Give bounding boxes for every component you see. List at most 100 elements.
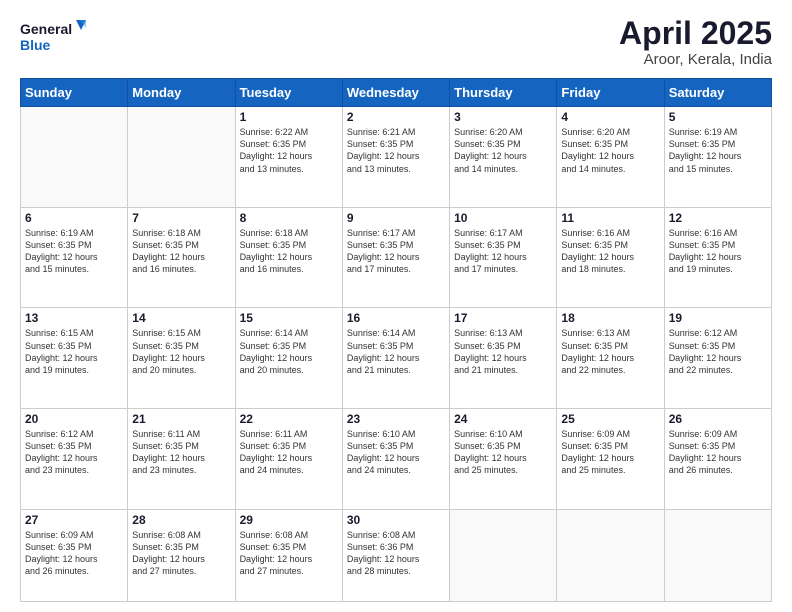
col-saturday: Saturday: [664, 79, 771, 107]
day-number: 30: [347, 513, 445, 527]
day-info: Sunrise: 6:16 AM Sunset: 6:35 PM Dayligh…: [561, 227, 659, 276]
calendar-header-row: Sunday Monday Tuesday Wednesday Thursday…: [21, 79, 772, 107]
day-info: Sunrise: 6:10 AM Sunset: 6:35 PM Dayligh…: [454, 428, 552, 477]
calendar-week-2: 6 Sunrise: 6:19 AM Sunset: 6:35 PM Daylig…: [21, 207, 772, 308]
calendar-cell: 14Sunrise: 6:15 AM Sunset: 6:35 PM Dayli…: [128, 308, 235, 409]
calendar-cell: 25 Sunrise: 6:09 AM Sunset: 6:35 PM Dayli…: [557, 409, 664, 510]
calendar-cell: 9 Sunrise: 6:17 AM Sunset: 6:35 PM Daylig…: [342, 207, 449, 308]
calendar-cell: 15 Sunrise: 6:14 AM Sunset: 6:35 PM Dayli…: [235, 308, 342, 409]
day-info: Sunrise: 6:08 AM Sunset: 6:36 PM Dayligh…: [347, 529, 445, 578]
calendar-cell: 2 Sunrise: 6:21 AM Sunset: 6:35 PM Daylig…: [342, 107, 449, 208]
day-number: 28: [132, 513, 230, 527]
calendar-cell: 29Sunrise: 6:08 AM Sunset: 6:35 PM Dayli…: [235, 509, 342, 601]
day-info: Sunrise: 6:08 AM Sunset: 6:35 PM Dayligh…: [132, 529, 230, 578]
day-number: 22: [240, 412, 338, 426]
day-number: 17: [454, 311, 552, 325]
day-number: 23: [347, 412, 445, 426]
day-number: 12: [669, 211, 767, 225]
calendar-cell: 1Sunrise: 6:22 AM Sunset: 6:35 PM Daylig…: [235, 107, 342, 208]
day-number: 18: [561, 311, 659, 325]
calendar-cell: 16 Sunrise: 6:14 AM Sunset: 6:35 PM Dayli…: [342, 308, 449, 409]
day-info: Sunrise: 6:11 AM Sunset: 6:35 PM Dayligh…: [132, 428, 230, 477]
logo-icon: General Blue: [20, 16, 90, 58]
day-number: 21: [132, 412, 230, 426]
day-number: 19: [669, 311, 767, 325]
day-info: Sunrise: 6:14 AM Sunset: 6:35 PM Dayligh…: [240, 327, 338, 376]
day-info: Sunrise: 6:20 AM Sunset: 6:35 PM Dayligh…: [561, 126, 659, 175]
calendar-cell: 17Sunrise: 6:13 AM Sunset: 6:35 PM Dayli…: [450, 308, 557, 409]
svg-text:Blue: Blue: [20, 37, 51, 53]
day-info: Sunrise: 6:15 AM Sunset: 6:35 PM Dayligh…: [132, 327, 230, 376]
calendar-cell: [450, 509, 557, 601]
calendar-cell: 22 Sunrise: 6:11 AM Sunset: 6:35 PM Dayli…: [235, 409, 342, 510]
day-number: 13: [25, 311, 123, 325]
day-info: Sunrise: 6:17 AM Sunset: 6:35 PM Dayligh…: [347, 227, 445, 276]
calendar-cell: 12Sunrise: 6:16 AM Sunset: 6:35 PM Dayli…: [664, 207, 771, 308]
day-number: 26: [669, 412, 767, 426]
page-subtitle: Aroor, Kerala, India: [619, 51, 772, 68]
title-block: April 2025 Aroor, Kerala, India: [619, 16, 772, 68]
day-number: 10: [454, 211, 552, 225]
day-number: 11: [561, 211, 659, 225]
calendar-cell: 24 Sunrise: 6:10 AM Sunset: 6:35 PM Dayli…: [450, 409, 557, 510]
day-info: Sunrise: 6:14 AM Sunset: 6:35 PM Dayligh…: [347, 327, 445, 376]
day-number: 27: [25, 513, 123, 527]
calendar-cell: 6 Sunrise: 6:19 AM Sunset: 6:35 PM Daylig…: [21, 207, 128, 308]
day-info: Sunrise: 6:09 AM Sunset: 6:35 PM Dayligh…: [25, 529, 123, 578]
day-number: 9: [347, 211, 445, 225]
day-number: 29: [240, 513, 338, 527]
day-info: Sunrise: 6:19 AM Sunset: 6:35 PM Dayligh…: [669, 126, 767, 175]
calendar-cell: 10Sunrise: 6:17 AM Sunset: 6:35 PM Dayli…: [450, 207, 557, 308]
day-number: 2: [347, 110, 445, 124]
calendar-week-3: 13 Sunrise: 6:15 AM Sunset: 6:35 PM Dayli…: [21, 308, 772, 409]
day-info: Sunrise: 6:18 AM Sunset: 6:35 PM Dayligh…: [240, 227, 338, 276]
day-info: Sunrise: 6:09 AM Sunset: 6:35 PM Dayligh…: [561, 428, 659, 477]
day-number: 8: [240, 211, 338, 225]
calendar-week-4: 20 Sunrise: 6:12 AM Sunset: 6:35 PM Dayli…: [21, 409, 772, 510]
day-info: Sunrise: 6:09 AM Sunset: 6:35 PM Dayligh…: [669, 428, 767, 477]
day-number: 25: [561, 412, 659, 426]
calendar-week-5: 27 Sunrise: 6:09 AM Sunset: 6:35 PM Dayli…: [21, 509, 772, 601]
col-thursday: Thursday: [450, 79, 557, 107]
day-number: 16: [347, 311, 445, 325]
col-friday: Friday: [557, 79, 664, 107]
calendar-cell: 13 Sunrise: 6:15 AM Sunset: 6:35 PM Dayli…: [21, 308, 128, 409]
day-info: Sunrise: 6:21 AM Sunset: 6:35 PM Dayligh…: [347, 126, 445, 175]
day-number: 5: [669, 110, 767, 124]
col-wednesday: Wednesday: [342, 79, 449, 107]
day-info: Sunrise: 6:11 AM Sunset: 6:35 PM Dayligh…: [240, 428, 338, 477]
day-info: Sunrise: 6:12 AM Sunset: 6:35 PM Dayligh…: [25, 428, 123, 477]
day-number: 15: [240, 311, 338, 325]
day-number: 6: [25, 211, 123, 225]
day-number: 7: [132, 211, 230, 225]
calendar-cell: [21, 107, 128, 208]
day-number: 3: [454, 110, 552, 124]
calendar-cell: 11 Sunrise: 6:16 AM Sunset: 6:35 PM Dayli…: [557, 207, 664, 308]
day-number: 1: [240, 110, 338, 124]
calendar-cell: 18 Sunrise: 6:13 AM Sunset: 6:35 PM Dayli…: [557, 308, 664, 409]
calendar-cell: 19 Sunrise: 6:12 AM Sunset: 6:35 PM Dayli…: [664, 308, 771, 409]
calendar-cell: 26 Sunrise: 6:09 AM Sunset: 6:35 PM Dayli…: [664, 409, 771, 510]
day-info: Sunrise: 6:13 AM Sunset: 6:35 PM Dayligh…: [561, 327, 659, 376]
calendar-cell: [664, 509, 771, 601]
day-info: Sunrise: 6:10 AM Sunset: 6:35 PM Dayligh…: [347, 428, 445, 477]
page-title: April 2025: [619, 16, 772, 51]
calendar-cell: [128, 107, 235, 208]
calendar-week-1: 1Sunrise: 6:22 AM Sunset: 6:35 PM Daylig…: [21, 107, 772, 208]
day-number: 4: [561, 110, 659, 124]
col-monday: Monday: [128, 79, 235, 107]
calendar-cell: 21 Sunrise: 6:11 AM Sunset: 6:35 PM Dayli…: [128, 409, 235, 510]
day-number: 24: [454, 412, 552, 426]
calendar-cell: 7Sunrise: 6:18 AM Sunset: 6:35 PM Daylig…: [128, 207, 235, 308]
day-info: Sunrise: 6:12 AM Sunset: 6:35 PM Dayligh…: [669, 327, 767, 376]
page-header: General Blue April 2025 Aroor, Kerala, I…: [20, 16, 772, 68]
calendar-cell: 30 Sunrise: 6:08 AM Sunset: 6:36 PM Dayli…: [342, 509, 449, 601]
day-info: Sunrise: 6:19 AM Sunset: 6:35 PM Dayligh…: [25, 227, 123, 276]
calendar-cell: 23 Sunrise: 6:10 AM Sunset: 6:35 PM Dayli…: [342, 409, 449, 510]
calendar-cell: 27 Sunrise: 6:09 AM Sunset: 6:35 PM Dayli…: [21, 509, 128, 601]
col-sunday: Sunday: [21, 79, 128, 107]
calendar-cell: [557, 509, 664, 601]
col-tuesday: Tuesday: [235, 79, 342, 107]
day-info: Sunrise: 6:15 AM Sunset: 6:35 PM Dayligh…: [25, 327, 123, 376]
day-number: 20: [25, 412, 123, 426]
